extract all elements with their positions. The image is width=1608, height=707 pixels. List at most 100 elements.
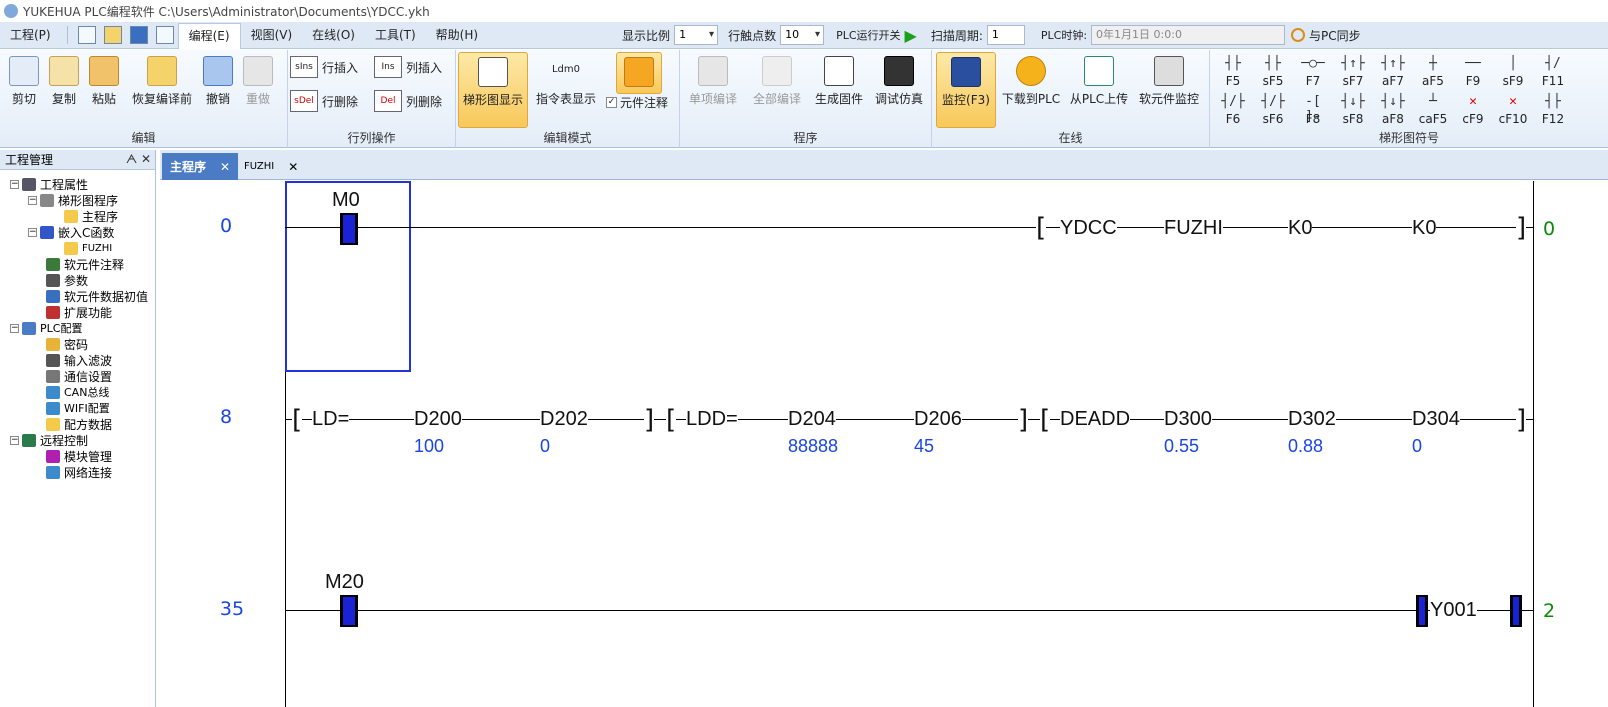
row-insert-label: 行插入 bbox=[322, 60, 359, 75]
device-monitor-button[interactable]: 软元件监控 bbox=[1134, 56, 1204, 107]
tree-node[interactable]: WIFI配置 bbox=[46, 400, 110, 416]
ladder-par-falling[interactable]: ┤↓├ aF8 bbox=[1374, 94, 1412, 126]
tree-node[interactable]: 输入滤波 bbox=[46, 352, 112, 368]
ladder-del-v[interactable]: ✕ cF10 bbox=[1494, 94, 1532, 126]
copy-button[interactable]: 复制 bbox=[46, 56, 82, 107]
ladder-instruction[interactable]: -[ ]- F8 bbox=[1294, 94, 1332, 126]
ladder-parallel-no[interactable]: ┤├ sF5 bbox=[1254, 56, 1292, 88]
redo-button[interactable]: 重做 bbox=[240, 56, 276, 107]
ladder-par-rising[interactable]: ┤↑├ aF7 bbox=[1374, 56, 1412, 88]
comment-icon-button[interactable] bbox=[616, 52, 662, 94]
ladder-hline[interactable]: ── F9 bbox=[1454, 56, 1492, 88]
project-tree: − 工程属性 − 梯形图程序 主程序 − 嵌入C函数 FUZHI 软元件注释 参数 软… bbox=[0, 170, 155, 480]
monitor-button[interactable]: 监控(F3) bbox=[936, 52, 996, 128]
ladder-falling[interactable]: ┤↓├ sF8 bbox=[1334, 94, 1372, 126]
undo-button[interactable]: 撤销 bbox=[200, 56, 236, 107]
firmware-button[interactable]: 生成固件 bbox=[810, 56, 868, 107]
tree-node[interactable]: 网络连接 bbox=[46, 464, 112, 480]
ladder-del-h[interactable]: ✕ cF9 bbox=[1454, 94, 1492, 126]
ladder-f11[interactable]: ┤/ F11 bbox=[1534, 56, 1572, 88]
tab-fuzhi[interactable]: FUZHI ✕ bbox=[236, 153, 306, 180]
tree-node[interactable]: − 嵌入C函数 bbox=[28, 224, 114, 240]
ladder-canvas[interactable]: 0 M0 [ YDCC FUZHI K0 K0 ] 0 8 [ LD= D200… bbox=[160, 181, 1608, 707]
save-icon[interactable] bbox=[129, 26, 148, 44]
coil-label[interactable]: Y001 bbox=[1430, 599, 1477, 622]
ladder-no-contact[interactable]: ┤├ F5 bbox=[1214, 56, 1252, 88]
tree-node[interactable]: 模块管理 bbox=[46, 448, 112, 464]
redo-icon bbox=[243, 56, 273, 86]
contact-m0[interactable] bbox=[340, 213, 358, 245]
inst-view-button[interactable]: Ldm0 指令表显示 bbox=[532, 56, 600, 107]
download-button[interactable]: 下载到PLC bbox=[1000, 56, 1062, 107]
ladder-f12[interactable]: ┤├ F12 bbox=[1534, 94, 1572, 126]
scan-input[interactable]: 1 bbox=[986, 25, 1025, 45]
tab-close-icon[interactable]: ✕ bbox=[288, 160, 298, 174]
contact-m20[interactable] bbox=[340, 595, 358, 627]
ladder-coil[interactable]: ─○─ F7 bbox=[1294, 56, 1332, 88]
menu-edit[interactable]: 编程(E) bbox=[177, 22, 241, 49]
tree-node[interactable]: 密码 bbox=[46, 336, 88, 352]
all-compile-button[interactable]: 全部编译 bbox=[746, 56, 808, 107]
tab-main-program[interactable]: 主程序 ✕ bbox=[162, 153, 239, 180]
collapse-icon[interactable]: − bbox=[28, 195, 37, 205]
tree-node[interactable]: − 梯形图程序 bbox=[28, 192, 118, 208]
cut-button[interactable]: 剪切 bbox=[6, 56, 42, 107]
new-file-icon[interactable] bbox=[77, 26, 96, 44]
ladder-view-button[interactable]: 梯形图显示 bbox=[458, 52, 528, 128]
compare-arg: D202 bbox=[540, 408, 588, 431]
tree-node[interactable]: 参数 bbox=[46, 272, 88, 288]
menu-view[interactable]: 视图(V) bbox=[241, 23, 303, 48]
run-play-icon[interactable]: ▶ bbox=[905, 26, 917, 45]
tree-node[interactable]: − PLC配置 bbox=[10, 320, 82, 336]
wrench-icon bbox=[22, 321, 36, 335]
collapse-icon[interactable]: − bbox=[28, 227, 37, 237]
simulate-button[interactable]: 调试仿真 bbox=[870, 56, 928, 107]
ladder-rising[interactable]: ┤↑├ sF7 bbox=[1334, 56, 1372, 88]
restore-button[interactable]: 恢复编译前 bbox=[126, 56, 198, 107]
group-mode: 梯形图显示 Ldm0 指令表显示 ✓ 元件注释 编辑模式 bbox=[456, 50, 680, 148]
single-compile-button[interactable]: 单项编译 bbox=[682, 56, 744, 107]
sync-button[interactable]: 与PC同步 bbox=[1309, 27, 1361, 44]
tree-node[interactable]: 软元件注释 bbox=[46, 256, 124, 272]
col-insert-button[interactable]: Ins 列插入 bbox=[374, 56, 442, 78]
remote-control-icon bbox=[22, 433, 36, 447]
save-as-icon[interactable] bbox=[155, 26, 174, 44]
ladder-parallel-nc[interactable]: ┤/├ sF6 bbox=[1254, 94, 1292, 126]
close-icon[interactable]: ✕ bbox=[141, 152, 151, 166]
comment-checkbox[interactable]: ✓ 元件注释 bbox=[606, 94, 668, 111]
caf5-label: caF5 bbox=[1418, 112, 1448, 126]
ladder-vertical[interactable]: ┼ aF5 bbox=[1414, 56, 1452, 88]
collapse-icon[interactable]: − bbox=[10, 323, 19, 333]
menu-online[interactable]: 在线(O) bbox=[302, 23, 365, 48]
paste-button[interactable]: 粘贴 bbox=[86, 56, 122, 107]
collapse-icon[interactable]: − bbox=[10, 435, 19, 445]
col-delete-button[interactable]: Del 列删除 bbox=[374, 90, 442, 112]
tab-close-icon[interactable]: ✕ bbox=[220, 160, 230, 174]
ladder-nc-contact[interactable]: ┤/├ F6 bbox=[1214, 94, 1252, 126]
tree-node[interactable]: CAN总线 bbox=[46, 384, 109, 400]
ladder-vline[interactable]: │ sF9 bbox=[1494, 56, 1532, 88]
collapse-icon[interactable]: − bbox=[10, 179, 19, 189]
tree-node[interactable]: FUZHI bbox=[64, 240, 112, 256]
row-delete-button[interactable]: sDel 行删除 bbox=[290, 90, 358, 112]
menu-tools[interactable]: 工具(T) bbox=[365, 23, 426, 48]
tree-node[interactable]: 软元件数据初值 bbox=[46, 288, 148, 304]
contacts-select[interactable]: 10 bbox=[780, 25, 825, 45]
tree-node[interactable]: − 远程控制 bbox=[10, 432, 88, 448]
menu-project[interactable]: 工程(P) bbox=[0, 23, 61, 48]
row-insert-button[interactable]: sIns 行插入 bbox=[290, 56, 358, 78]
tree-node[interactable]: 扩展功能 bbox=[46, 304, 112, 320]
tree-node[interactable]: 配方数据 bbox=[46, 416, 112, 432]
inst-bracket-left: [ bbox=[1040, 405, 1051, 435]
scale-select[interactable]: 1 bbox=[674, 25, 719, 45]
menu-help[interactable]: 帮助(H) bbox=[426, 23, 488, 48]
open-folder-icon[interactable] bbox=[103, 26, 122, 44]
tree-node[interactable]: − 工程属性 bbox=[10, 176, 88, 192]
tree-node[interactable]: 主程序 bbox=[64, 208, 118, 224]
tree-node[interactable]: 通信设置 bbox=[46, 368, 112, 384]
upload-button[interactable]: 从PLC上传 bbox=[1066, 56, 1132, 107]
ladder-cav[interactable]: ┴ caF5 bbox=[1414, 94, 1452, 126]
sf6-label: sF6 bbox=[1262, 112, 1284, 126]
inst-op: YDCC bbox=[1060, 217, 1117, 240]
pin-icon[interactable]: ᗅ bbox=[126, 152, 137, 166]
